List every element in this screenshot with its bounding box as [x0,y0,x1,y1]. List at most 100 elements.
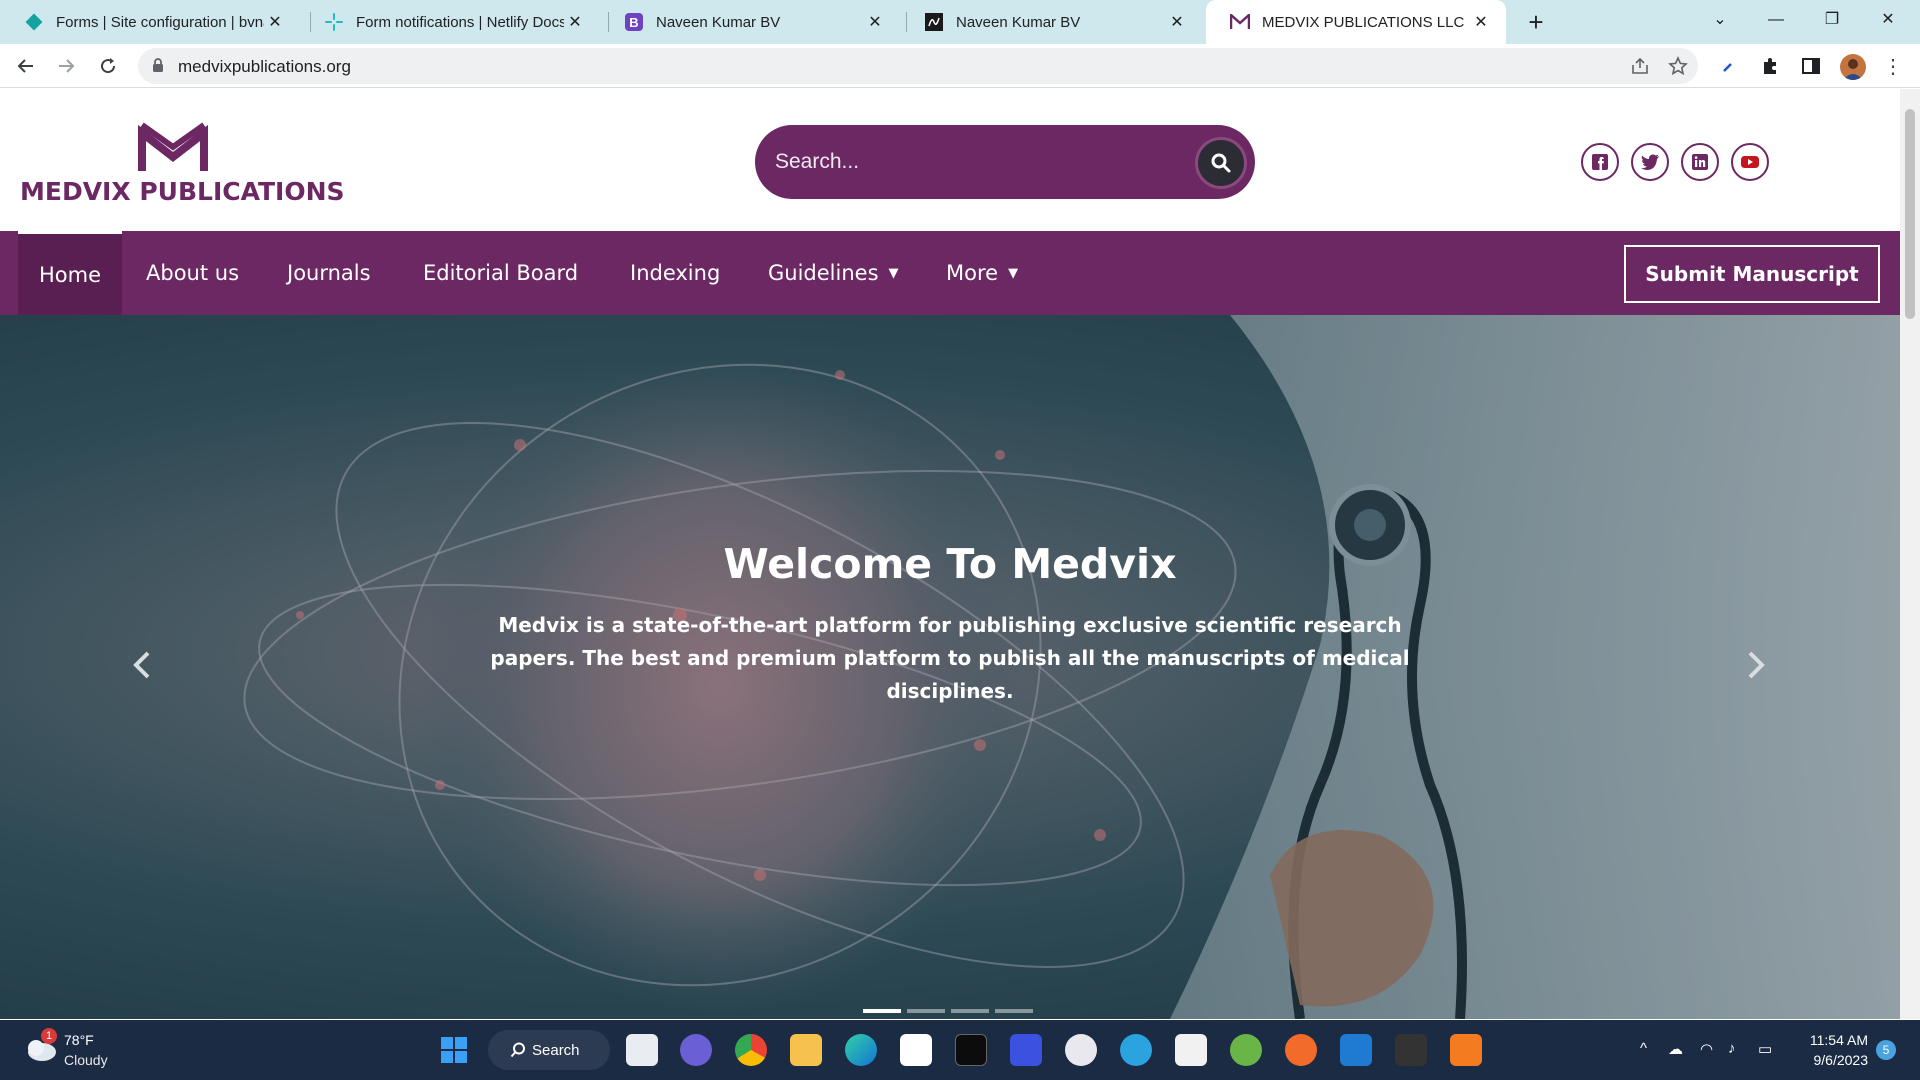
twitter-link[interactable] [1631,143,1669,181]
close-tab-icon[interactable]: ✕ [564,12,586,32]
minimize-button[interactable]: — [1748,0,1804,40]
vscode-icon[interactable] [1340,1034,1372,1066]
side-panel-icon[interactable] [1801,56,1823,78]
webpage: MEDVIX PUBLICATIONS Home About us Journa… [0,89,1900,1019]
intellij-idea-icon[interactable] [1395,1034,1427,1066]
weather-widget[interactable]: 1 78°F Cloudy [0,1020,130,1080]
browser-tab-active[interactable]: MEDVIX PUBLICATIONS LLC ✕ [1206,0,1506,44]
search-button[interactable] [1195,137,1247,189]
onedrive-cloud-icon[interactable]: ☁ [1668,1040,1683,1058]
nav-item-about-us[interactable]: About us [146,231,239,315]
nav-item-home[interactable]: Home [18,231,122,315]
share-icon[interactable] [1630,56,1650,76]
wifi-icon[interactable]: ◠ [1700,1040,1713,1058]
scrollbar-thumb[interactable] [1905,109,1915,319]
task-view-icon[interactable] [626,1034,658,1066]
search-icon [1211,153,1231,173]
lock-icon[interactable] [152,58,164,78]
azure-data-studio-icon[interactable] [1010,1034,1042,1066]
snipping-tool-icon[interactable] [1175,1034,1207,1066]
close-window-button[interactable]: ✕ [1860,0,1916,40]
nav-item-more[interactable]: More ▼ [946,231,1018,315]
close-tab-icon[interactable]: ✕ [1470,12,1492,32]
carousel-indicator[interactable] [907,1009,945,1013]
hero-title: Welcome To Medvix [723,540,1177,588]
clock-time: 11:54 AM [1809,1032,1868,1048]
eclipse-icon[interactable] [1065,1034,1097,1066]
microsoft-store-icon[interactable] [900,1034,932,1066]
file-explorer-icon[interactable] [790,1034,822,1066]
brand-name: MEDVIX PUBLICATIONS [20,177,345,206]
bookmark-star-icon[interactable] [1668,56,1688,76]
browser-tab[interactable]: Naveen Kumar BV ✕ [900,0,1202,44]
carousel-indicator[interactable] [995,1009,1033,1013]
nav-item-guidelines[interactable]: Guidelines ▼ [768,231,899,315]
tab-title: MEDVIX PUBLICATIONS LLC [1262,13,1465,31]
site-logo[interactable]: MEDVIX PUBLICATIONS [0,89,345,219]
browser-tab-strip: Forms | Site configuration | bvna ✕ Form… [0,0,1920,44]
browser-menu-icon[interactable]: ⋮ [1882,56,1904,78]
postman-icon[interactable] [1285,1034,1317,1066]
chevron-left-icon [133,651,150,679]
volume-icon[interactable]: ♪ [1728,1040,1736,1057]
profile-avatar[interactable] [1840,54,1866,80]
carousel-indicator[interactable] [863,1009,901,1013]
teams-chat-icon[interactable] [680,1034,712,1066]
close-tab-icon[interactable]: ✕ [1166,12,1188,32]
main-navigation: Home About us Journals Editorial Board I… [0,231,1900,315]
site-search [755,125,1255,199]
linkedin-icon [1692,154,1708,170]
tab-search-chevron-icon[interactable]: ⌄ [1692,0,1748,40]
netlify-spark-icon [324,12,344,32]
youtube-link[interactable] [1731,143,1769,181]
signature-icon [924,12,944,32]
windows-taskbar: 1 78°F Cloudy Search ^ ☁ ◠ ♪ ▭ 11:54 AM … [0,1020,1920,1080]
taskbar-search[interactable]: Search [488,1030,610,1070]
windows-logo-icon [441,1037,467,1063]
linkedin-link[interactable] [1681,143,1719,181]
forward-button[interactable] [50,50,82,82]
submit-manuscript-button[interactable]: Submit Manuscript [1624,245,1880,303]
page-scrollbar[interactable] [1900,89,1920,1019]
medvix-logo-mark-icon [138,122,208,171]
chevron-up-icon[interactable]: ^ [1640,1040,1647,1057]
tab-title: Form notifications | Netlify Docs [356,13,564,31]
carousel-prev-button[interactable] [122,645,162,685]
pen-extension-icon[interactable] [1718,56,1740,78]
xampp-icon[interactable] [1450,1034,1482,1066]
url-text[interactable]: medvixpublications.org [178,57,351,77]
battery-icon[interactable]: ▭ [1758,1040,1772,1058]
close-tab-icon[interactable]: ✕ [864,12,886,32]
facebook-icon [1592,154,1608,170]
spring-tools-icon[interactable] [1230,1034,1262,1066]
edge-icon[interactable] [845,1034,877,1066]
back-button[interactable] [10,50,42,82]
facebook-link[interactable] [1581,143,1619,181]
chevron-right-icon [1748,651,1765,679]
restore-button[interactable]: ❐ [1804,0,1860,40]
search-input[interactable] [775,143,1155,181]
terminal-icon[interactable] [955,1034,987,1066]
close-tab-icon[interactable]: ✕ [264,12,286,32]
browser-tab[interactable]: Forms | Site configuration | bvna ✕ [0,0,300,44]
medvix-icon [1230,12,1250,32]
carousel-indicator[interactable] [951,1009,989,1013]
taskbar-search-label: Search [532,1041,580,1059]
carousel-next-button[interactable] [1736,645,1776,685]
nav-item-indexing[interactable]: Indexing [630,231,720,315]
extensions-puzzle-icon[interactable] [1760,56,1782,78]
nav-item-editorial-board[interactable]: Editorial Board [423,231,578,315]
notification-badge[interactable]: 5 [1876,1040,1896,1060]
youtube-icon [1741,156,1759,168]
chevron-down-icon: ▼ [888,265,899,281]
reload-button[interactable] [92,50,124,82]
chrome-icon[interactable] [735,1034,767,1066]
nav-item-journals[interactable]: Journals [287,231,371,315]
address-bar[interactable]: medvixpublications.org [138,48,1698,84]
telegram-icon[interactable] [1120,1034,1152,1066]
tab-title: Naveen Kumar BV [656,13,781,31]
start-button[interactable] [438,1034,470,1066]
browser-tab[interactable]: Form notifications | Netlify Docs ✕ [300,0,600,44]
browser-tab[interactable]: B Naveen Kumar BV ✕ [600,0,900,44]
new-tab-button[interactable]: + [1518,4,1554,40]
